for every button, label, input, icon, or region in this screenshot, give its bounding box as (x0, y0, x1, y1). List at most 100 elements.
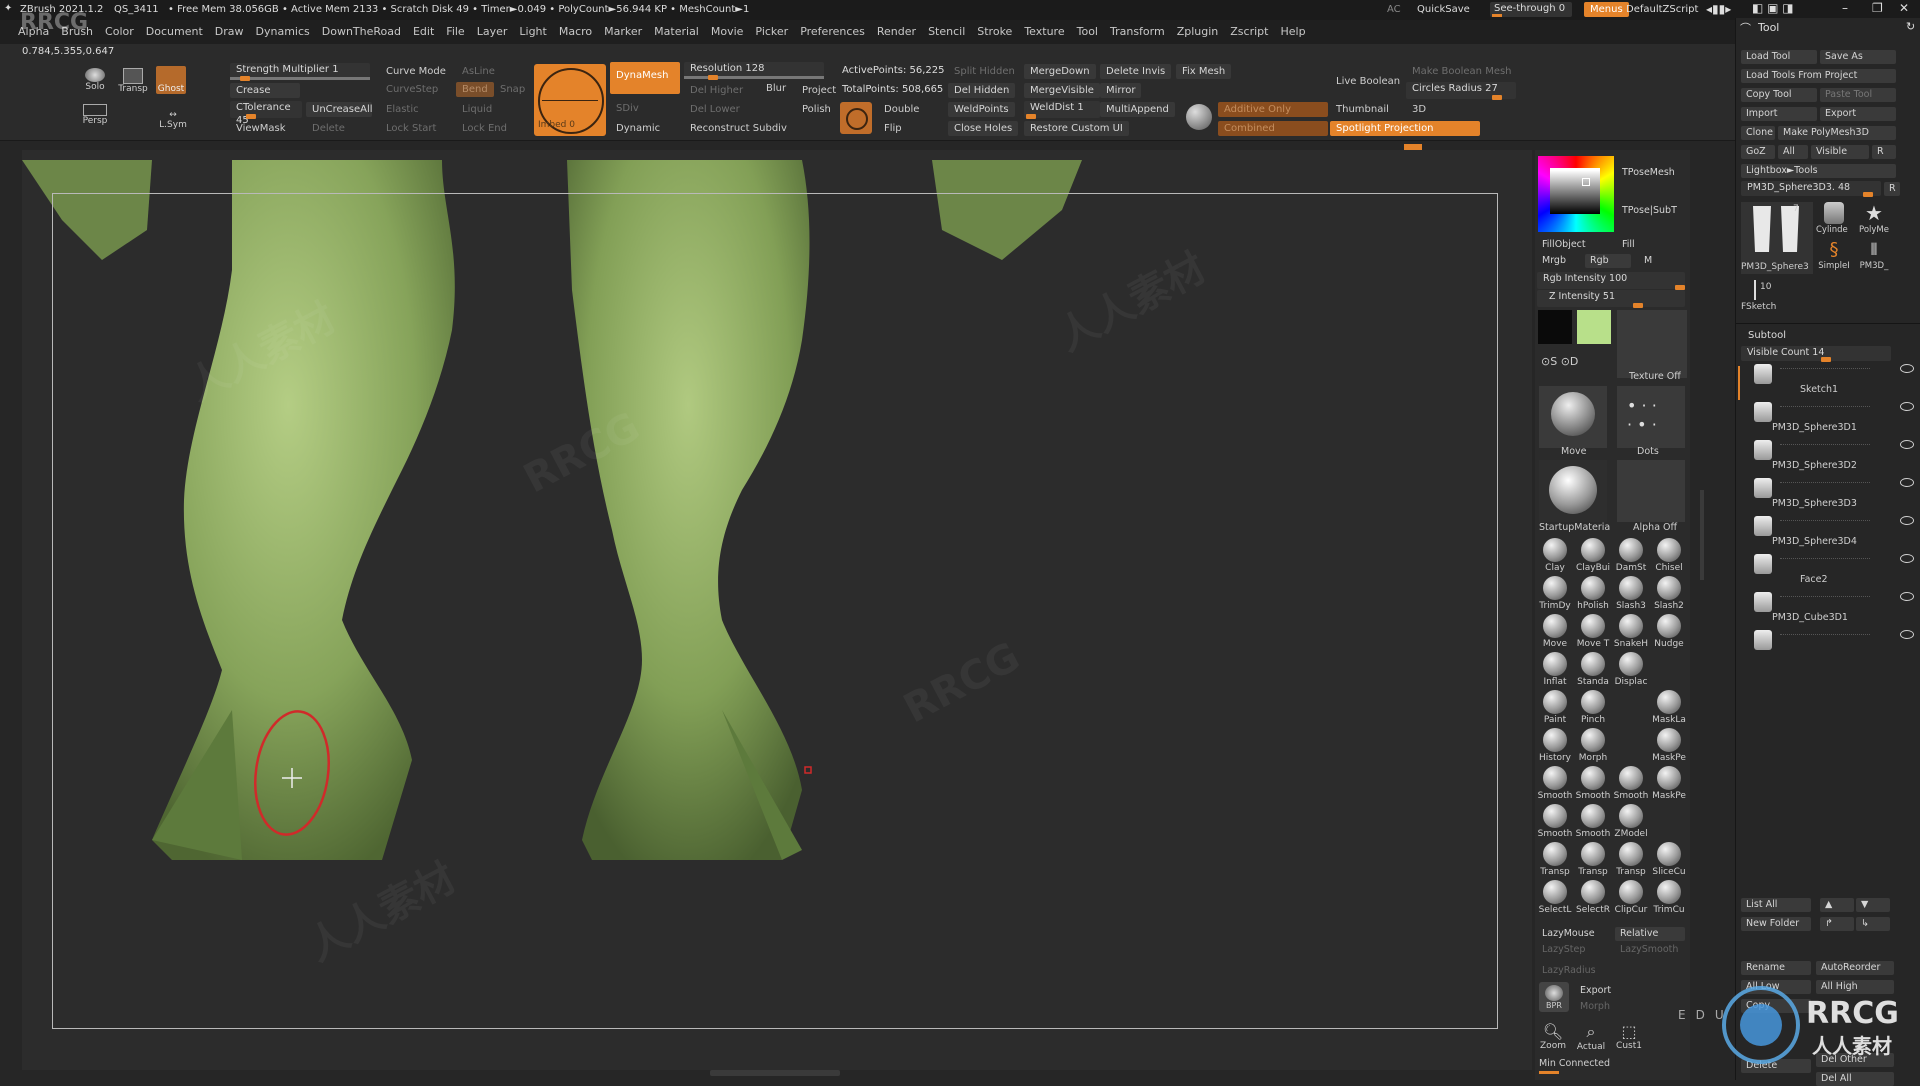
color-square[interactable] (1550, 168, 1600, 214)
project-button[interactable]: Project (796, 83, 842, 98)
tool-panel-title[interactable]: Tool (1758, 21, 1779, 34)
crease-button[interactable]: Crease (230, 83, 300, 98)
combined-button[interactable]: Combined (1218, 121, 1328, 136)
goz-r-button[interactable]: R (1872, 145, 1896, 159)
brush-slot[interactable]: SnakeH (1613, 614, 1649, 649)
brush-slot[interactable]: History (1537, 728, 1573, 763)
subtool-row[interactable]: PM3D_Sphere3D2 (1740, 440, 1916, 476)
color-picker[interactable] (1538, 156, 1614, 232)
flip-button[interactable]: Flip (878, 121, 908, 136)
menu-item[interactable]: Document (146, 20, 203, 44)
goz-button[interactable]: GoZ (1741, 145, 1775, 159)
copy-tool-button[interactable]: Copy Tool (1741, 88, 1817, 102)
menu-item[interactable]: Preferences (800, 20, 865, 44)
arrow-right-button[interactable]: ↱ (1820, 917, 1854, 931)
lock-start-button[interactable]: Lock Start (380, 121, 442, 136)
actual-button[interactable]: ⌕ Actual (1573, 1022, 1609, 1052)
persp-button[interactable]: Persp (80, 104, 110, 126)
del-all-button[interactable]: Del All (1816, 1072, 1894, 1086)
brush-slot[interactable]: Move T (1575, 614, 1611, 649)
import-button[interactable]: Import (1741, 107, 1817, 121)
menu-item[interactable]: DownTheRoad (322, 20, 401, 44)
relative-button[interactable]: Relative (1615, 927, 1685, 941)
menu-item[interactable]: Movie (711, 20, 744, 44)
brush-slot[interactable]: DamSt (1613, 538, 1649, 573)
subtool-row[interactable]: PM3D_Sphere3D4 (1740, 516, 1916, 552)
brush-slot[interactable]: TrimDy (1537, 576, 1573, 611)
merge-visible-button[interactable]: MergeVisible (1024, 83, 1100, 98)
del-higher-button[interactable]: Del Higher (684, 83, 749, 98)
ac-label[interactable]: AC (1387, 4, 1401, 15)
spotlight-projection-button[interactable]: Spotlight Projection (1330, 121, 1480, 136)
solo-button[interactable]: Solo (80, 68, 110, 92)
make-boolean-mesh-button[interactable]: Make Boolean Mesh (1406, 64, 1518, 79)
3d-button[interactable]: 3D (1406, 102, 1432, 117)
brush-slot[interactable]: Smooth (1537, 804, 1573, 839)
weld-dist-slider[interactable]: WeldDist 1 (1024, 101, 1100, 119)
brush-slot[interactable]: Morph (1575, 728, 1611, 763)
transp-button[interactable]: Transp (118, 68, 148, 94)
paste-tool-button[interactable]: Paste Tool (1820, 88, 1896, 102)
brush-slot[interactable]: MaskLa (1651, 690, 1687, 725)
load-tools-from-project-button[interactable]: Load Tools From Project (1741, 69, 1896, 83)
brush-slot[interactable]: MaskPe (1651, 766, 1687, 801)
tposemesh-button[interactable]: TPoseMesh (1617, 166, 1680, 180)
menu-item[interactable]: Color (105, 20, 134, 44)
lazy-smooth-slider[interactable]: LazySmooth (1615, 943, 1683, 957)
brush-slot[interactable]: TrimCu (1651, 880, 1687, 915)
export-button[interactable]: Export (1575, 984, 1616, 998)
menu-item[interactable]: Stroke (977, 20, 1012, 44)
current-tool-r-button[interactable]: R (1884, 182, 1900, 196)
brush-slot[interactable]: SelectL (1537, 880, 1573, 915)
close-icon[interactable]: ✕ (1899, 1, 1909, 15)
brush-slot[interactable]: Clay (1537, 538, 1573, 573)
menu-item[interactable]: Transform (1110, 20, 1165, 44)
material-sphere-icon[interactable] (1186, 104, 1212, 130)
brush-slot[interactable]: ClipCur (1613, 880, 1649, 915)
bpr-render-button[interactable]: BPR (1539, 982, 1569, 1012)
ctolerance-slider[interactable]: CTolerance 45 (230, 101, 302, 126)
subtool-row[interactable] (1740, 630, 1916, 666)
subtool-toggles[interactable] (1780, 444, 1870, 451)
menu-item[interactable]: Zscript (1230, 20, 1268, 44)
lightbox-tools-button[interactable]: Lightbox►Tools (1741, 164, 1896, 178)
z-intensity-slider[interactable]: Z Intensity 51 (1537, 290, 1685, 308)
subtool-row[interactable]: PM3D_Sphere3D1 (1740, 402, 1916, 438)
brush-slot[interactable]: Smooth (1613, 766, 1649, 801)
lazy-radius-slider[interactable]: LazyRadius (1537, 964, 1601, 978)
bottom-scrollbar[interactable] (710, 1070, 840, 1076)
primary-color-swatch[interactable] (1577, 310, 1611, 344)
viewmask-button[interactable]: ViewMask (230, 121, 292, 136)
blur-slider[interactable]: Blur (760, 81, 792, 96)
clone-button[interactable]: Clone (1741, 126, 1775, 140)
fix-mesh-button[interactable]: Fix Mesh (1176, 64, 1232, 79)
fill-object-button[interactable]: FillObject (1537, 238, 1591, 252)
arrow-down-button[interactable]: ↳ (1856, 917, 1890, 931)
brush-slot[interactable]: Smooth (1575, 804, 1611, 839)
export-tool-button[interactable]: Export (1820, 107, 1896, 121)
additive-only-button[interactable]: Additive Only (1218, 102, 1328, 117)
subtool-toggles[interactable] (1780, 368, 1870, 375)
palette-scrollbar[interactable] (1700, 490, 1704, 580)
sdiv-slider[interactable]: SDiv (610, 101, 645, 116)
menu-item[interactable]: Dynamics (256, 20, 310, 44)
rgb-button[interactable]: Rgb (1585, 254, 1631, 268)
symmetry-icons[interactable]: ⊙S ⊙D (1541, 355, 1578, 368)
curve-mode-button[interactable]: Curve Mode (380, 64, 452, 79)
mrgb-button[interactable]: Mrgb (1537, 254, 1571, 268)
cust1-button[interactable]: ⬚ Cust1 (1611, 1022, 1647, 1051)
menu-item[interactable]: Marker (604, 20, 642, 44)
eye-icon[interactable] (1900, 364, 1914, 373)
window-layout-icons[interactable]: ◧ ▣ ◨ (1752, 1, 1794, 15)
brush-slot[interactable]: Slash2 (1651, 576, 1687, 611)
asline-button[interactable]: AsLine (456, 64, 501, 79)
zoom-button[interactable]: 🔍︎ Zoom (1535, 1022, 1571, 1051)
lazy-step-slider[interactable]: LazyStep (1537, 943, 1590, 957)
brush-slot[interactable]: Nudge (1651, 614, 1687, 649)
save-as-button[interactable]: Save As (1820, 50, 1896, 64)
brush-slot[interactable]: Move (1537, 614, 1573, 649)
brush-slot[interactable]: MaskPe (1651, 728, 1687, 763)
polish-button[interactable]: Polish (796, 102, 837, 117)
multi-append-button[interactable]: MultiAppend (1100, 102, 1175, 117)
delete-invis-button[interactable]: Delete Invis (1100, 64, 1172, 79)
